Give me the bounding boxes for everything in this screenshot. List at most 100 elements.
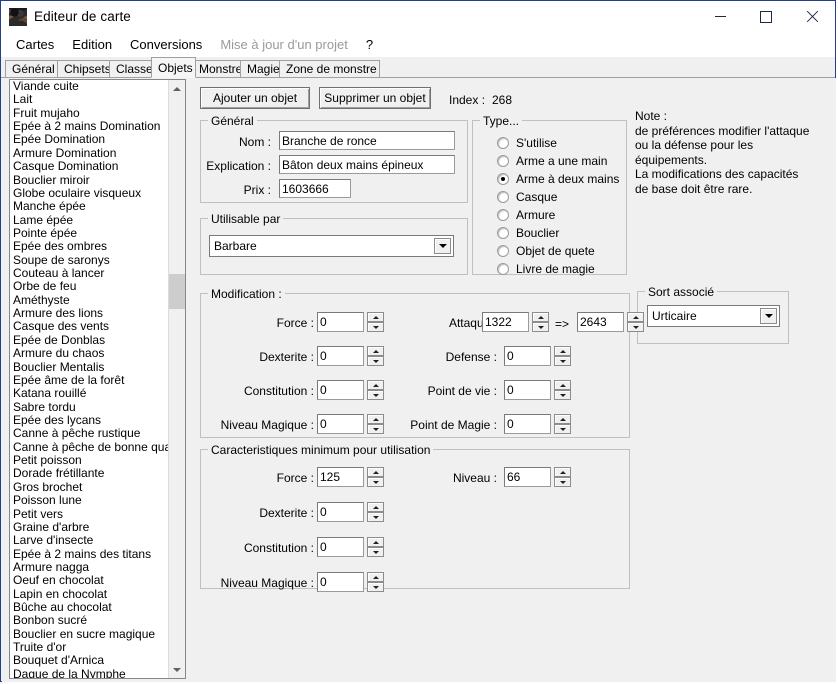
- tab-chipsets[interactable]: Chipsets: [57, 60, 114, 77]
- usable-by-combo[interactable]: Barbare: [209, 235, 454, 257]
- list-item[interactable]: Epée Domination: [10, 133, 169, 146]
- scroll-down-arrow-icon[interactable]: [169, 661, 185, 678]
- list-item[interactable]: Bûche au chocolat: [10, 601, 169, 614]
- list-item[interactable]: Petit vers: [10, 508, 169, 521]
- list-item[interactable]: Armure du chaos: [10, 347, 169, 360]
- list-item[interactable]: Bonbon sucré: [10, 614, 169, 627]
- list-item[interactable]: Epée des lycans: [10, 414, 169, 427]
- list-item[interactable]: Viande cuite: [10, 80, 169, 93]
- list-item[interactable]: Truite d'or: [10, 641, 169, 654]
- min-niveau-magique-input[interactable]: [317, 572, 364, 592]
- mod-defense-input[interactable]: [504, 346, 551, 366]
- radio-bouclier[interactable]: Bouclier: [497, 226, 559, 240]
- list-item[interactable]: Lame épée: [10, 214, 169, 227]
- list-item[interactable]: Soupe de saronys: [10, 254, 169, 267]
- mod-defense-spinner[interactable]: [554, 346, 571, 366]
- mod-dexterite-spinner[interactable]: [367, 346, 384, 366]
- list-item[interactable]: Epée à 2 mains Domination: [10, 120, 169, 133]
- close-button[interactable]: [789, 1, 835, 32]
- tab-magie[interactable]: Magie: [240, 60, 284, 77]
- mod-point-de-vie-spinner[interactable]: [554, 380, 571, 400]
- tab-classe[interactable]: Classe: [109, 60, 156, 77]
- min-force-input[interactable]: [317, 467, 364, 487]
- list-item[interactable]: Armure nagga: [10, 561, 169, 574]
- radio-livre-de-magie[interactable]: Livre de magie: [497, 262, 595, 276]
- menu-item-help[interactable]: ?: [357, 34, 382, 55]
- tab-monstre[interactable]: Monstre: [192, 60, 245, 77]
- list-item[interactable]: Poisson lune: [10, 494, 169, 507]
- list-item[interactable]: Orbe de feu: [10, 280, 169, 293]
- list-item[interactable]: Bouclier en sucre magique: [10, 628, 169, 641]
- list-item[interactable]: Lapin en chocolat: [10, 588, 169, 601]
- spell-combo[interactable]: Urticaire: [647, 305, 780, 327]
- mod-force-input[interactable]: [317, 312, 364, 332]
- menu-item-cartes[interactable]: Cartes: [7, 34, 63, 55]
- list-item[interactable]: Armure Domination: [10, 147, 169, 160]
- list-item[interactable]: Améthyste: [10, 294, 169, 307]
- tab-general[interactable]: Général: [5, 60, 62, 77]
- radio-arme-deux-mains[interactable]: Arme à deux mains: [497, 172, 619, 186]
- mod-point-de-magie-spinner[interactable]: [554, 414, 571, 434]
- list-item[interactable]: Casque Domination: [10, 160, 169, 173]
- list-item[interactable]: Sabre tordu: [10, 401, 169, 414]
- object-listbox[interactable]: Viande cuiteLaitFruit mujahoEpée à 2 mai…: [9, 79, 186, 679]
- min-constitution-input[interactable]: [317, 537, 364, 557]
- mod-point-de-vie-input[interactable]: [504, 380, 551, 400]
- list-item[interactable]: Globe oculaire visqueux: [10, 187, 169, 200]
- chevron-down-icon[interactable]: [760, 308, 777, 324]
- mod-attaque-spinner[interactable]: [532, 312, 549, 332]
- list-item[interactable]: Epée âme de la forêt: [10, 374, 169, 387]
- list-item[interactable]: Manche épée: [10, 200, 169, 213]
- menu-item-edition[interactable]: Edition: [63, 34, 121, 55]
- list-item[interactable]: Dorade frétillante: [10, 467, 169, 480]
- list-item[interactable]: Fruit mujaho: [10, 107, 169, 120]
- radio-sutilise[interactable]: S'utilise: [497, 136, 557, 150]
- radio-casque[interactable]: Casque: [497, 190, 557, 204]
- minimize-button[interactable]: [697, 1, 743, 32]
- radio-arme-une-main[interactable]: Arme a une main: [497, 154, 607, 168]
- min-dexterite-spinner[interactable]: [367, 502, 384, 522]
- list-item[interactable]: Canne à pêche de bonne qualité: [10, 441, 169, 454]
- explanation-input[interactable]: [279, 155, 455, 174]
- mod-force-spinner[interactable]: [367, 312, 384, 332]
- min-niveau-spinner[interactable]: [554, 467, 571, 487]
- list-item[interactable]: Epée de Donblas: [10, 334, 169, 347]
- list-item[interactable]: Petit poisson: [10, 454, 169, 467]
- name-input[interactable]: [279, 131, 455, 150]
- list-scrollbar[interactable]: [168, 80, 185, 678]
- list-item[interactable]: Bouclier miroir: [10, 174, 169, 187]
- min-constitution-spinner[interactable]: [367, 537, 384, 557]
- list-item[interactable]: Pointe épée: [10, 227, 169, 240]
- tab-objets[interactable]: Objets: [151, 57, 196, 78]
- list-item[interactable]: Canne à pêche rustique: [10, 427, 169, 440]
- scroll-up-arrow-icon[interactable]: [169, 80, 185, 97]
- min-dexterite-input[interactable]: [317, 502, 364, 522]
- radio-armure[interactable]: Armure: [497, 208, 555, 222]
- min-force-spinner[interactable]: [367, 467, 384, 487]
- list-item[interactable]: Casque des vents: [10, 320, 169, 333]
- list-item[interactable]: Lait: [10, 93, 169, 106]
- list-item[interactable]: Larve d'insecte: [10, 534, 169, 547]
- min-niveau-magique-spinner[interactable]: [367, 572, 384, 592]
- mod-attaque-result-input[interactable]: [577, 312, 624, 332]
- list-item[interactable]: Graine d'arbre: [10, 521, 169, 534]
- list-item[interactable]: Oeuf en chocolat: [10, 574, 169, 587]
- price-input[interactable]: [279, 179, 351, 198]
- mod-dexterite-input[interactable]: [317, 346, 364, 366]
- list-item[interactable]: Dague de la Nymphe: [10, 668, 169, 678]
- list-item[interactable]: Armure des lions: [10, 307, 169, 320]
- mod-attaque-result-spinner[interactable]: [627, 312, 644, 332]
- menu-item-conversions[interactable]: Conversions: [121, 34, 211, 55]
- list-item[interactable]: Bouclier Mentalis: [10, 361, 169, 374]
- mod-constitution-spinner[interactable]: [367, 380, 384, 400]
- scrollbar-thumb[interactable]: [169, 274, 185, 309]
- list-item[interactable]: Couteau à lancer: [10, 267, 169, 280]
- mod-niveau-magique-input[interactable]: [317, 414, 364, 434]
- list-item[interactable]: Epée des ombres: [10, 240, 169, 253]
- list-item[interactable]: Epée à 2 mains des titans: [10, 548, 169, 561]
- mod-attaque-input[interactable]: [482, 312, 529, 332]
- list-item[interactable]: Bouquet d'Arnica: [10, 654, 169, 667]
- list-item[interactable]: Katana rouillé: [10, 387, 169, 400]
- delete-object-button[interactable]: Supprimer un objet: [319, 87, 431, 109]
- min-niveau-input[interactable]: [504, 467, 551, 487]
